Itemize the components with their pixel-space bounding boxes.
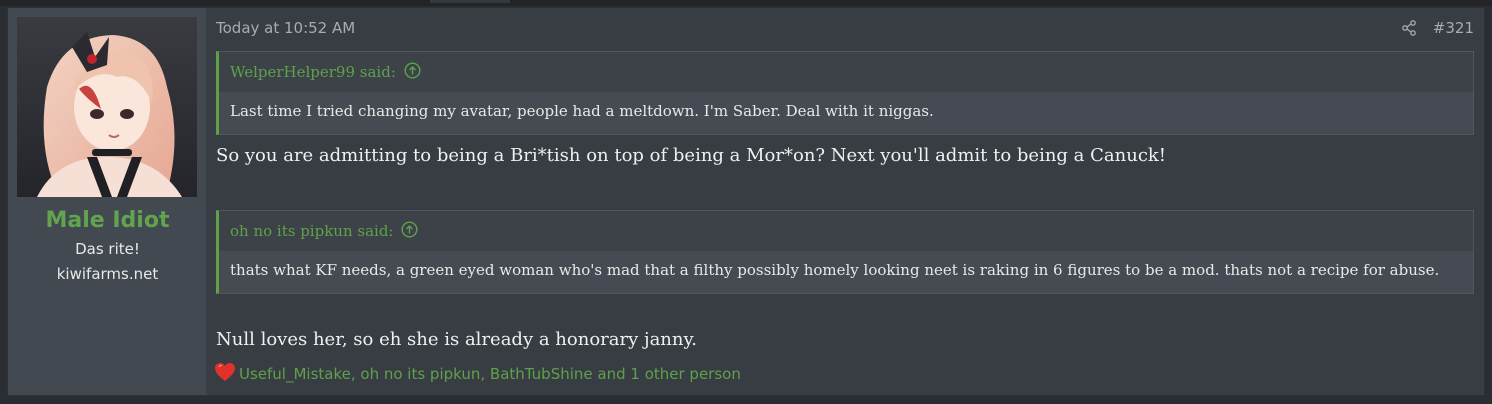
- quote-text: Last time I tried changing my avatar, pe…: [219, 92, 1473, 134]
- arrow-up-circle-icon[interactable]: [401, 220, 418, 242]
- top-strip: [0, 0, 1492, 6]
- heart-icon: [214, 362, 236, 386]
- quote-block: WelperHelper99 said: Last time I tried c…: [216, 51, 1474, 135]
- quote-author[interactable]: WelperHelper99 said:: [230, 63, 396, 81]
- forum-post: Male Idiot Das rite! kiwifarms.net Today…: [7, 7, 1485, 396]
- reply-text: Null loves her, so eh she is already a h…: [216, 329, 697, 350]
- avatar[interactable]: [17, 17, 197, 197]
- post-content: Today at 10:52 AM #321 WelperHelper99 sa…: [207, 8, 1484, 395]
- reactions-list[interactable]: Useful_Mistake, oh no its pipkun, BathTu…: [239, 365, 741, 383]
- user-sidebar: Male Idiot Das rite! kiwifarms.net: [8, 8, 207, 395]
- page: Male Idiot Das rite! kiwifarms.net Today…: [0, 0, 1492, 404]
- quote-header[interactable]: WelperHelper99 said:: [219, 52, 1473, 92]
- post-actions: #321: [1401, 19, 1474, 37]
- user-title: Das rite!: [75, 240, 140, 258]
- user-site: kiwifarms.net: [56, 265, 159, 283]
- arrow-up-circle-icon[interactable]: [404, 61, 421, 83]
- post-date[interactable]: Today at 10:52 AM: [216, 19, 355, 37]
- avatar-image: [17, 17, 197, 197]
- share-icon[interactable]: [1401, 20, 1417, 36]
- quote-block: oh no its pipkun said: thats what KF nee…: [216, 210, 1474, 294]
- username[interactable]: Male Idiot: [8, 208, 207, 233]
- top-strip-accent: [430, 0, 510, 3]
- quote-header[interactable]: oh no its pipkun said:: [219, 211, 1473, 251]
- post-number[interactable]: #321: [1433, 19, 1474, 37]
- reactions-bar[interactable]: Useful_Mistake, oh no its pipkun, BathTu…: [214, 362, 741, 386]
- reply-text: So you are admitting to being a Bri*tish…: [216, 145, 1167, 166]
- quote-text: thats what KF needs, a green eyed woman …: [219, 251, 1473, 293]
- quote-author[interactable]: oh no its pipkun said:: [230, 222, 393, 240]
